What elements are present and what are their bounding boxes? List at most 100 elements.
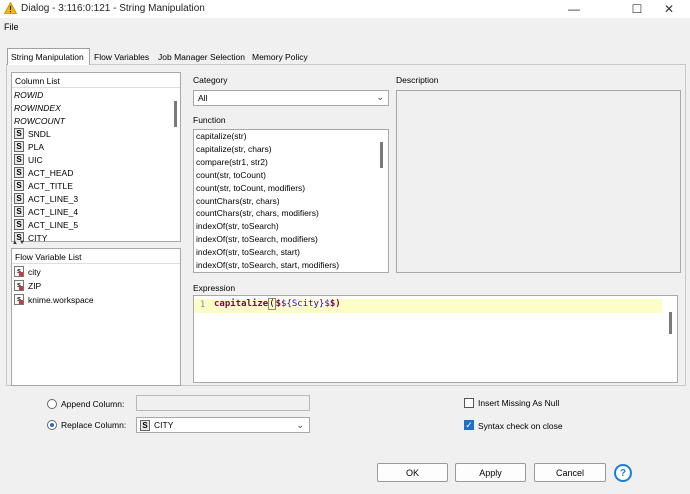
expression-paren-token: ( <box>268 298 276 310</box>
column-list-item-label: ROWCOUNT <box>14 115 65 126</box>
string-type-icon: S <box>14 141 24 152</box>
expression-editor[interactable]: 1 capitalize($${Scity}$$) <box>193 295 678 383</box>
help-button[interactable]: ? <box>614 464 632 482</box>
function-list-item[interactable]: compare(str1, str2) <box>196 157 268 170</box>
column-list-item-label: ACT_LINE_5 <box>28 219 79 230</box>
replace-column-value: CITY <box>154 420 174 430</box>
function-label: Function <box>193 115 226 125</box>
flow-variable-string-icon: s <box>14 280 24 291</box>
apply-button[interactable]: Apply <box>455 463 526 482</box>
function-list-item[interactable]: capitalize(str) <box>196 131 247 144</box>
string-type-icon: S <box>14 206 24 217</box>
function-list-scrollbar[interactable] <box>380 142 383 168</box>
syntax-check-checkbox[interactable]: ✓ <box>464 420 474 430</box>
column-list-item[interactable]: S UIC <box>14 153 43 166</box>
string-type-icon: S <box>14 128 24 139</box>
tab-job-manager-selection[interactable]: Job Manager Selection <box>155 50 248 65</box>
column-list-item[interactable]: S ACT_LINE_5 <box>14 218 78 231</box>
function-list-item[interactable]: count(str, toCount, modifiers) <box>196 183 305 196</box>
flow-variable-item[interactable]: s ZIP <box>14 279 41 292</box>
append-column-label: Append Column: <box>61 399 125 409</box>
warning-icon <box>4 2 17 14</box>
column-list-item-label: UIC <box>28 154 43 165</box>
checkmark-icon: ✓ <box>465 420 473 430</box>
column-list-item[interactable]: ROWINDEX <box>14 101 61 114</box>
expression-function-token: capitalize <box>214 299 269 309</box>
string-type-icon: S <box>14 180 24 191</box>
function-list-item[interactable]: indexOf(str, toSearch, start) <box>196 247 300 260</box>
window-title: Dialog - 3:116:0:121 - String Manipulati… <box>21 3 205 14</box>
close-icon: ✕ <box>663 2 675 16</box>
string-type-icon: S <box>14 193 24 204</box>
column-list-panel: Column List ROWID ROWINDEX ROWCOUNT S SNDL S P… <box>11 72 181 242</box>
flow-variable-list-title: Flow Variable List <box>15 252 82 262</box>
replace-column-label: Replace Column: <box>61 420 127 430</box>
menu-file[interactable]: File <box>4 22 19 32</box>
flow-variable-list-panel: Flow Variable List s city s ZIP s knime.works… <box>11 248 181 386</box>
category-value: All <box>198 93 208 103</box>
string-type-icon: S <box>140 419 150 431</box>
column-list-item-label: ACT_HEAD <box>28 167 74 178</box>
function-list-item[interactable]: indexOf(str, toSearch, start, modifiers) <box>196 260 339 272</box>
chevron-down-icon: ⌄ <box>376 92 384 102</box>
column-list-title: Column List <box>15 76 60 86</box>
column-list-item[interactable]: S ACT_LINE_4 <box>14 205 78 218</box>
insert-missing-checkbox[interactable] <box>464 398 474 408</box>
flow-variable-item[interactable]: s knime.workspace <box>14 293 94 306</box>
column-list-item[interactable]: S SNDL <box>14 127 51 140</box>
tab-flow-variables[interactable]: Flow Variables <box>91 50 152 65</box>
replace-column-radio[interactable] <box>47 420 57 430</box>
ok-button[interactable]: OK <box>377 463 448 482</box>
flow-variable-string-icon: s <box>14 266 24 277</box>
description-panel <box>396 90 681 273</box>
close-button[interactable]: ✕ <box>648 0 690 18</box>
flow-variable-item[interactable]: s city <box>14 265 41 278</box>
column-list-item[interactable]: S ACT_LINE_3 <box>14 192 78 205</box>
column-list-scrollbar[interactable] <box>174 101 177 127</box>
column-list: ROWID ROWINDEX ROWCOUNT S SNDL S PLA S UIC S ACT_H… <box>12 88 180 242</box>
description-label: Description <box>396 75 439 85</box>
function-list-item[interactable]: indexOf(str, toSearch) <box>196 221 279 234</box>
column-list-item-label: SNDL <box>28 128 51 139</box>
append-column-input[interactable] <box>136 395 310 411</box>
function-list-item[interactable]: countChars(str, chars) <box>196 196 280 209</box>
flow-variable-string-icon: s <box>14 294 24 305</box>
function-list-item[interactable]: count(str, toCount) <box>196 170 266 183</box>
column-list-item[interactable]: ROWID <box>14 88 43 101</box>
string-type-icon: S <box>14 154 24 165</box>
minimize-button[interactable]: — <box>551 0 597 18</box>
string-type-icon: S <box>14 219 24 230</box>
maximize-icon: ☐ <box>631 2 643 16</box>
replace-column-dropdown[interactable]: S CITY ⌄ <box>136 417 310 433</box>
column-list-item-label: CITY <box>28 232 48 243</box>
syntax-check-label: Syntax check on close <box>478 421 563 431</box>
flow-variable-item-label: city <box>28 266 41 277</box>
function-list: capitalize(str) capitalize(str, chars) com… <box>193 129 389 273</box>
category-dropdown[interactable]: All ⌄ <box>193 90 389 106</box>
tab-string-manipulation[interactable]: String Manipulation <box>7 48 90 65</box>
chevron-down-icon: ⌄ <box>296 420 304 430</box>
function-list-item[interactable]: indexOf(str, toSearch, modifiers) <box>196 234 318 247</box>
column-list-item-label: ROWID <box>14 89 44 100</box>
line-number: 1 <box>200 300 206 310</box>
column-list-item-label: ACT_LINE_4 <box>28 206 79 217</box>
splitter-handle[interactable]: ▲▼ <box>12 240 26 246</box>
cancel-button[interactable]: Cancel <box>534 463 606 482</box>
flow-variable-list: s city s ZIP s knime.workspace <box>12 264 180 324</box>
function-list-item[interactable]: countChars(str, chars, modifiers) <box>196 208 319 221</box>
string-type-icon: S <box>14 167 24 178</box>
column-list-item[interactable]: S PLA <box>14 140 44 153</box>
column-list-item[interactable]: S ACT_HEAD <box>14 166 73 179</box>
flow-variable-item-label: ZIP <box>28 280 42 291</box>
tab-memory-policy[interactable]: Memory Policy <box>249 50 311 65</box>
column-list-item[interactable]: S ACT_TITLE <box>14 179 73 192</box>
append-column-radio[interactable] <box>47 399 57 409</box>
expression-code[interactable]: capitalize($${Scity}$$) <box>214 298 341 310</box>
function-list-item[interactable]: capitalize(str, chars) <box>196 144 272 157</box>
minimize-icon: — <box>568 2 580 16</box>
help-icon: ? <box>619 467 627 479</box>
insert-missing-label: Insert Missing As Null <box>478 398 560 408</box>
expression-scrollbar[interactable] <box>669 312 672 334</box>
column-list-item-label: ACT_TITLE <box>28 180 73 191</box>
column-list-item[interactable]: ROWCOUNT <box>14 114 65 127</box>
